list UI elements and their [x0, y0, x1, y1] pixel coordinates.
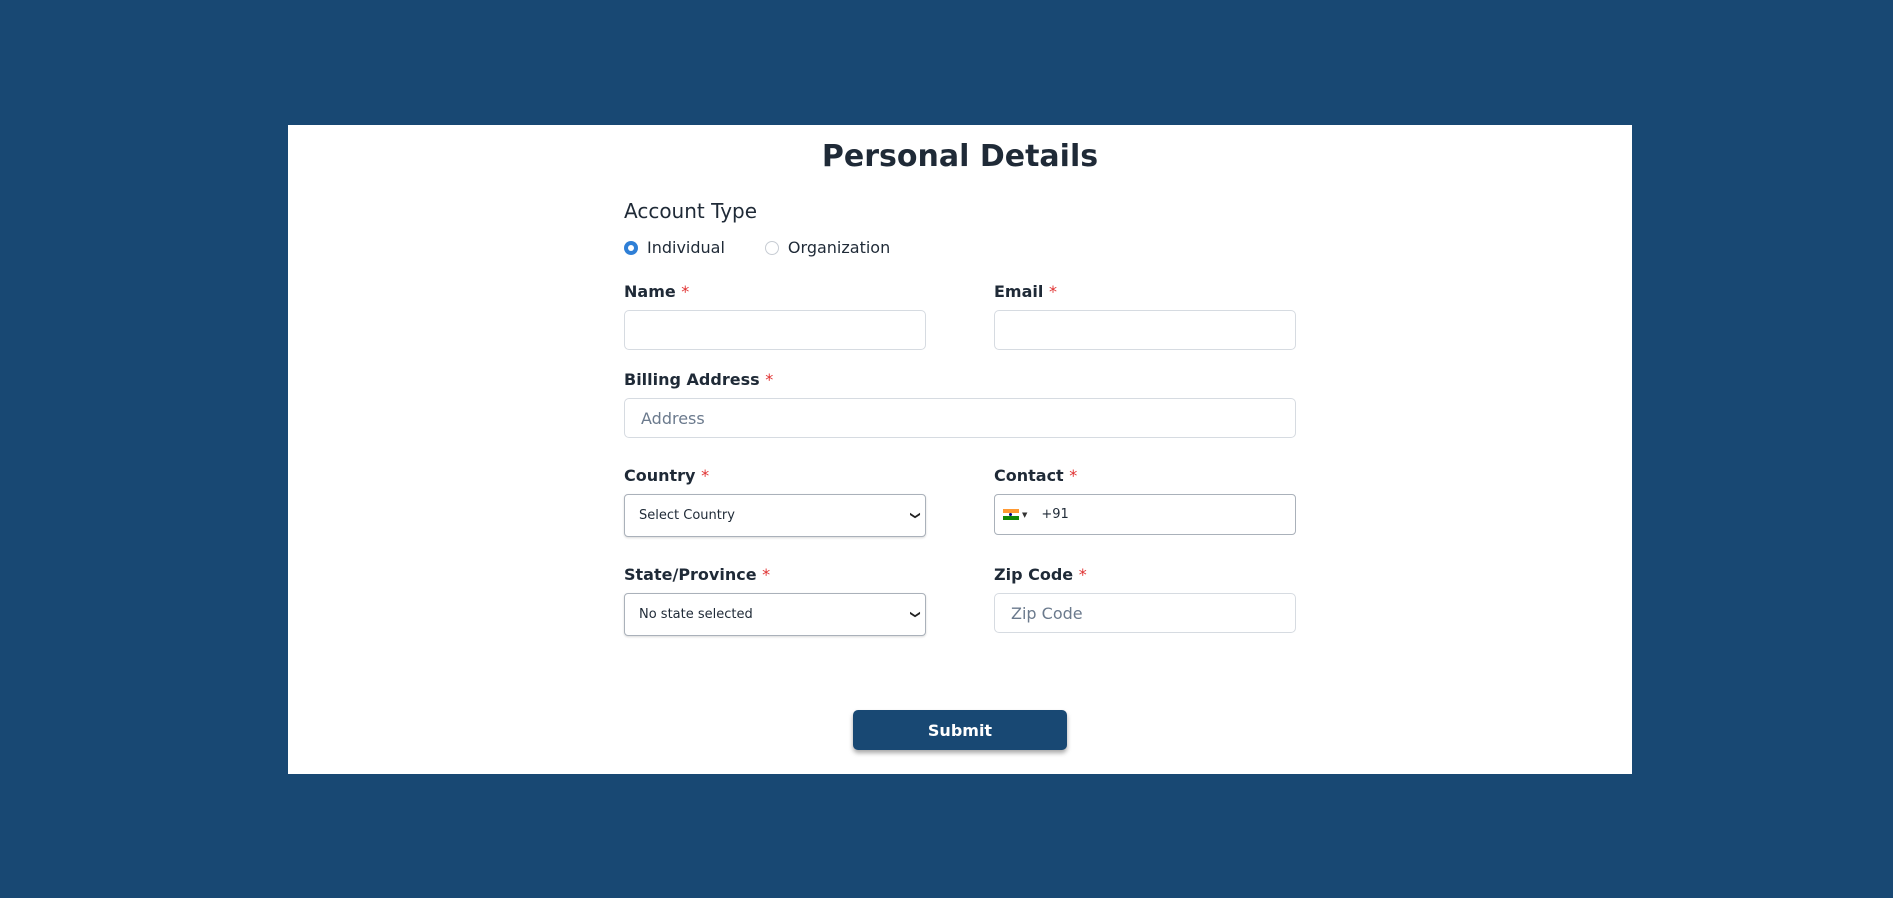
radio-individual-circle[interactable] [624, 240, 638, 255]
personal-details-form: Account Type Individual Organization Nam… [624, 199, 1296, 759]
country-field-group: Country * Select Country ❯ [624, 466, 926, 537]
required-marker: * [1069, 466, 1078, 485]
country-label: Country * [624, 466, 710, 485]
required-marker: * [765, 370, 774, 389]
zip-label: Zip Code * [994, 565, 1087, 584]
required-marker: * [681, 282, 690, 301]
required-marker: * [1048, 282, 1057, 301]
zip-field-group: Zip Code * [994, 565, 1296, 633]
radio-organization[interactable]: Organization [764, 238, 891, 257]
country-select-value: Select Country [639, 508, 735, 523]
billing-address-field-group: Billing Address * [624, 370, 1296, 438]
country-code-dropdown[interactable]: ▼ [1003, 509, 1028, 521]
billing-address-input[interactable] [624, 398, 1296, 438]
contact-field-group: Contact * ▼ [994, 466, 1296, 535]
required-marker: * [1078, 565, 1087, 584]
radio-individual-label: Individual [647, 238, 725, 257]
account-type-radio-group: Individual Organization [624, 238, 890, 257]
state-label: State/Province * [624, 565, 771, 584]
name-input[interactable] [624, 310, 926, 350]
name-label: Name * [624, 282, 690, 301]
required-marker: * [762, 565, 771, 584]
radio-individual[interactable]: Individual [624, 238, 725, 257]
india-flag-icon [1003, 509, 1019, 521]
state-select[interactable]: No state selected ❯ [624, 593, 926, 636]
name-field-group: Name * [624, 282, 926, 350]
email-label: Email * [994, 282, 1057, 301]
contact-input[interactable] [1039, 506, 1264, 523]
state-field-group: State/Province * No state selected ❯ [624, 565, 926, 636]
email-input[interactable] [994, 310, 1296, 350]
account-type-label: Account Type [624, 199, 758, 223]
submit-button[interactable]: Submit [853, 710, 1067, 750]
caret-down-icon: ▼ [1022, 510, 1028, 519]
radio-organization-circle[interactable] [764, 240, 779, 255]
contact-phone-field: ▼ [994, 494, 1296, 535]
billing-address-label: Billing Address * [624, 370, 774, 389]
zip-input[interactable] [994, 593, 1296, 633]
chevron-down-icon: ❯ [909, 610, 921, 619]
contact-label: Contact * [994, 466, 1078, 485]
required-marker: * [701, 466, 710, 485]
email-field-group: Email * [994, 282, 1296, 350]
state-select-value: No state selected [639, 607, 753, 622]
page-title: Personal Details [821, 139, 1099, 174]
radio-organization-label: Organization [787, 238, 891, 257]
chevron-down-icon: ❯ [909, 511, 921, 520]
form-card: Personal Details Account Type Individual… [288, 125, 1632, 774]
country-select[interactable]: Select Country ❯ [624, 494, 926, 537]
